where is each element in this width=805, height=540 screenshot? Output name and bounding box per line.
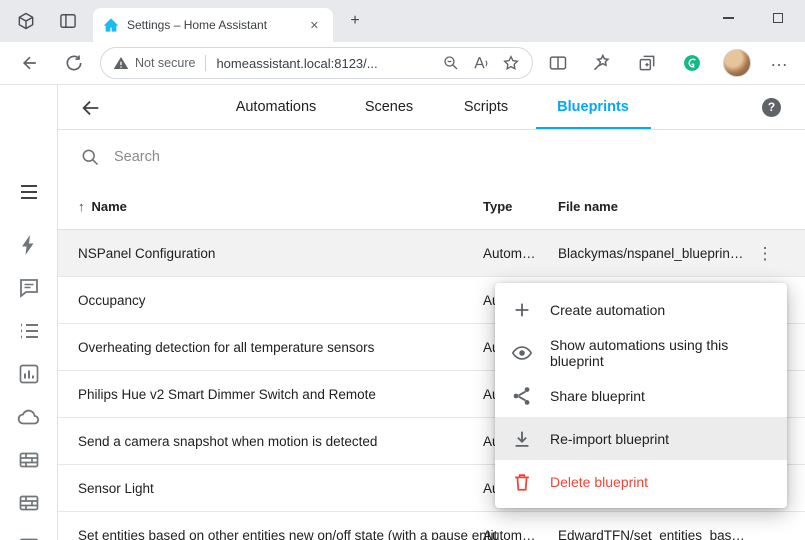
- row-name: Occupancy: [78, 277, 146, 324]
- menu-item-label: Delete blueprint: [550, 474, 648, 490]
- new-tab-button[interactable]: +: [345, 12, 365, 32]
- ha-sidebar: [0, 85, 58, 540]
- tab-scripts[interactable]: Scripts: [464, 85, 508, 130]
- logbook-list-icon[interactable]: [17, 319, 41, 343]
- table-row[interactable]: Set entities based on other entities new…: [58, 512, 805, 540]
- help-icon[interactable]: ?: [762, 98, 781, 117]
- extension-icon[interactable]: [682, 53, 702, 73]
- window-maximize-button[interactable]: [756, 0, 800, 36]
- active-tab-indicator: [536, 127, 651, 129]
- menu-item-label: Share blueprint: [550, 388, 645, 404]
- column-header-name[interactable]: ↑ Name: [78, 183, 127, 230]
- tab-automations[interactable]: Automations: [236, 85, 317, 130]
- minimize-icon: [723, 17, 734, 19]
- menu-item-label: Create automation: [550, 302, 665, 318]
- ha-page-header: Automations Scenes Scripts Blueprints ?: [58, 85, 805, 130]
- tab-scenes[interactable]: Scenes: [365, 85, 413, 130]
- menu-item-label: Show automations using this blueprint: [550, 337, 771, 369]
- back-icon[interactable]: [20, 53, 40, 73]
- history-chart-icon[interactable]: [17, 362, 41, 386]
- read-aloud-icon[interactable]: [472, 54, 490, 72]
- blueprint-context-menu: Create automation Show automations using…: [495, 283, 787, 508]
- search-input[interactable]: [114, 149, 514, 165]
- tab-blueprints[interactable]: Blueprints: [557, 85, 629, 130]
- module-bricks-icon-1[interactable]: [17, 448, 41, 472]
- row-file: EdwardTFN/set_entities_bas…: [558, 512, 768, 540]
- address-divider: [205, 55, 206, 71]
- row-name: Send a camera snapshot when motion is de…: [78, 418, 377, 465]
- row-type: Autom…: [483, 512, 545, 540]
- trash-icon: [511, 471, 533, 493]
- plus-icon: [511, 299, 533, 321]
- download-icon: [511, 428, 533, 450]
- row-overflow-menu-icon[interactable]: ⋮: [755, 230, 775, 277]
- profile-avatar[interactable]: [723, 49, 751, 77]
- sort-ascending-icon[interactable]: ↑: [78, 199, 85, 214]
- energy-icon[interactable]: [17, 233, 41, 257]
- menu-item-label: Re-import blueprint: [550, 431, 669, 447]
- refresh-icon[interactable]: [64, 53, 84, 73]
- page-back-icon[interactable]: [80, 97, 102, 119]
- share-icon: [511, 385, 533, 407]
- collections-icon[interactable]: [637, 53, 657, 73]
- browser-tab[interactable]: Settings – Home Assistant ✕: [93, 8, 333, 42]
- favorites-bar-icon[interactable]: [592, 53, 612, 73]
- menu-item-show-automations[interactable]: Show automations using this blueprint: [495, 331, 787, 374]
- not-secure-label[interactable]: Not secure: [135, 56, 195, 70]
- vertical-tabs-icon[interactable]: [58, 11, 78, 31]
- row-name: Set entities based on other entities new…: [78, 512, 498, 540]
- address-bar[interactable]: Not secure homeassistant.local:8123/...: [100, 47, 533, 79]
- module-bricks-icon-2[interactable]: [17, 491, 41, 515]
- browser-titlebar: Settings – Home Assistant ✕ +: [0, 0, 805, 42]
- module-bricks-icon-3[interactable]: [17, 534, 41, 540]
- close-tab-icon[interactable]: ✕: [306, 17, 323, 34]
- maximize-icon: [773, 13, 783, 23]
- browser-toolbar: Not secure homeassistant.local:8123/... …: [0, 42, 805, 85]
- favorite-star-icon[interactable]: [502, 54, 520, 72]
- column-header-type[interactable]: Type: [483, 183, 512, 230]
- tab-title: Settings – Home Assistant: [127, 18, 298, 32]
- row-name: NSPanel Configuration: [78, 230, 215, 277]
- cloud-icon[interactable]: [17, 405, 41, 429]
- menu-item-share-blueprint[interactable]: Share blueprint: [495, 374, 787, 417]
- split-screen-icon[interactable]: [548, 53, 568, 73]
- workspaces-icon[interactable]: [16, 11, 36, 31]
- menu-item-delete-blueprint[interactable]: Delete blueprint: [495, 460, 787, 503]
- search-row: [58, 130, 805, 183]
- row-name: Sensor Light: [78, 465, 154, 512]
- eye-icon: [511, 342, 533, 364]
- row-file: Blackymas/nspanel_blueprin…: [558, 230, 768, 277]
- zoom-out-icon[interactable]: [442, 54, 460, 72]
- table-row[interactable]: NSPanel Configuration Autom… Blackymas/n…: [58, 230, 805, 277]
- browser-more-icon[interactable]: …: [770, 50, 789, 71]
- search-icon: [80, 147, 100, 167]
- menu-icon[interactable]: [17, 180, 41, 204]
- table-header: ↑ Name Type File name: [58, 183, 805, 230]
- menu-item-reimport-blueprint[interactable]: Re-import blueprint: [495, 417, 787, 460]
- home-assistant-favicon: [103, 17, 119, 33]
- not-secure-warning-icon: [113, 55, 129, 71]
- window-minimize-button[interactable]: [706, 0, 750, 36]
- url-text[interactable]: homeassistant.local:8123/...: [216, 56, 430, 71]
- menu-item-create-automation[interactable]: Create automation: [495, 288, 787, 331]
- row-type: Autom…: [483, 230, 545, 277]
- row-name: Philips Hue v2 Smart Dimmer Switch and R…: [78, 371, 376, 418]
- column-header-file[interactable]: File name: [558, 183, 618, 230]
- row-name: Overheating detection for all temperatur…: [78, 324, 374, 371]
- column-name-label: Name: [92, 199, 127, 214]
- assist-chat-icon[interactable]: [17, 276, 41, 300]
